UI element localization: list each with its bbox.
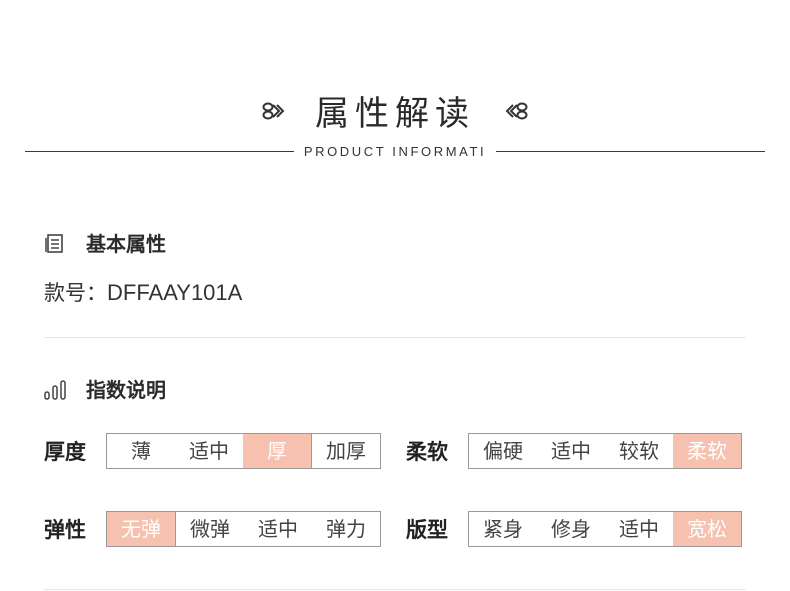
- divider-right: [496, 150, 766, 152]
- scale-option: 适中: [189, 439, 229, 463]
- ornament-right-icon: [505, 102, 528, 119]
- scale-option: 加厚: [311, 434, 380, 468]
- page-header: 属性解读: [0, 86, 790, 135]
- attr-label: 柔软: [406, 440, 448, 464]
- scale-option-selected: 厚: [243, 434, 311, 468]
- model-label: 款号：: [44, 281, 107, 305]
- section-divider: [44, 337, 746, 338]
- scale-option: 适中: [258, 517, 298, 541]
- scale-elasticity: 无弹 微弹 适中 弹力: [106, 511, 381, 547]
- scale-option: 微弹: [175, 512, 244, 546]
- scale-thickness: 薄 适中 厚 加厚: [106, 433, 381, 469]
- section-divider: [44, 589, 746, 590]
- attr-label: 厚度: [44, 440, 86, 464]
- scale-option-selected: 柔软: [673, 434, 741, 468]
- basic-attributes-label: 基本属性: [86, 232, 166, 256]
- scale-option: 适中: [551, 439, 591, 463]
- basic-attributes-heading: 基本属性: [44, 228, 166, 257]
- scale-option: 紧身: [483, 517, 523, 541]
- scale-fit: 紧身 修身 适中 宽松: [468, 511, 742, 547]
- attr-fit: 版型 紧身 修身 适中 宽松: [406, 511, 742, 547]
- divider-left: [25, 150, 294, 152]
- scale-option-selected: 宽松: [673, 512, 741, 546]
- scale-option: 适中: [619, 517, 659, 541]
- model-value: DFFAAY101A: [107, 280, 243, 305]
- scale-option-selected: 无弹: [107, 512, 175, 546]
- attr-softness: 柔软 偏硬 适中 较软 柔软: [406, 433, 742, 469]
- bar-chart-icon: [44, 379, 66, 400]
- document-list-icon: [45, 233, 63, 253]
- model-number: 款号：DFFAAY101A: [44, 277, 242, 307]
- scale-option: 弹力: [326, 517, 366, 541]
- scale-option: 偏硬: [483, 439, 523, 463]
- attr-label: 版型: [406, 518, 448, 542]
- index-label: 指数说明: [86, 378, 166, 402]
- page-title: 属性解读: [315, 94, 475, 134]
- scale-softness: 偏硬 适中 较软 柔软: [468, 433, 742, 469]
- attr-label: 弹性: [44, 518, 86, 542]
- subtitle-line: PRODUCT INFORMATI: [25, 140, 766, 162]
- page-subtitle: PRODUCT INFORMATI: [303, 143, 487, 159]
- scale-option: 较软: [619, 439, 659, 463]
- scale-option: 薄: [131, 439, 151, 463]
- attr-thickness: 厚度 薄 适中 厚 加厚: [44, 433, 381, 469]
- ornament-left-icon: [262, 102, 285, 119]
- index-heading: 指数说明: [44, 374, 166, 403]
- attr-elasticity: 弹性 无弹 微弹 适中 弹力: [44, 511, 381, 547]
- scale-option: 修身: [551, 517, 591, 541]
